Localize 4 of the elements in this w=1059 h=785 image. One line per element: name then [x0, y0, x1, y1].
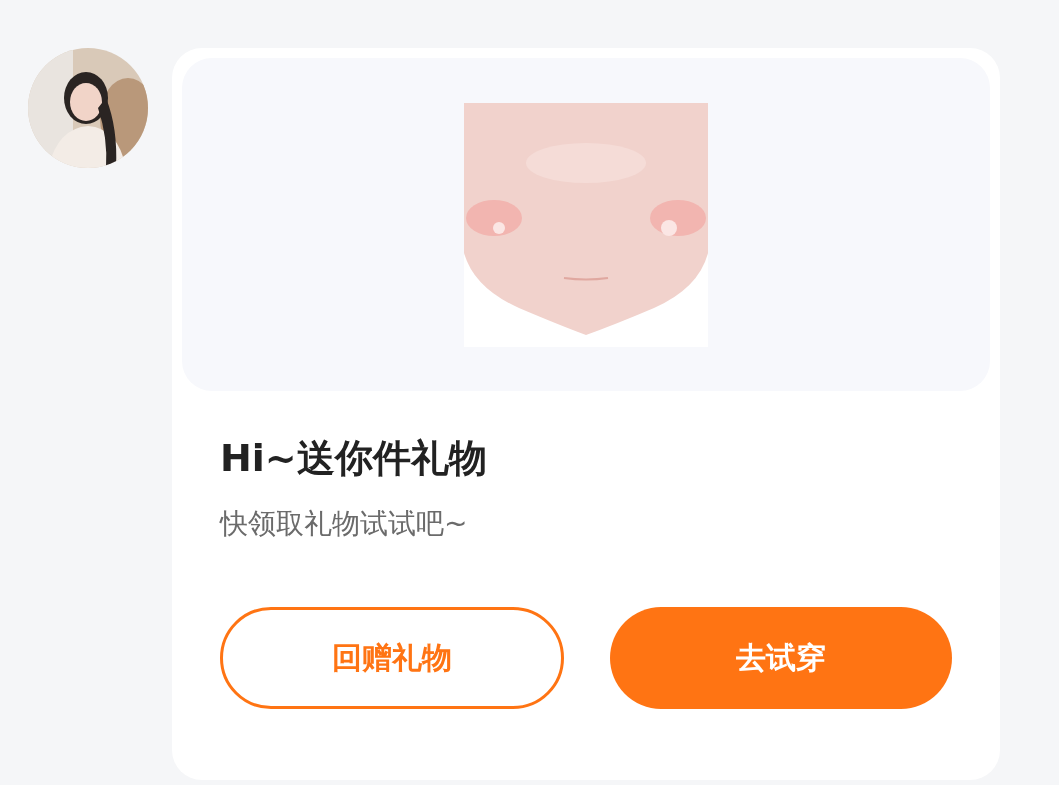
message-subtitle: 快领取礼物试试吧~	[220, 506, 469, 542]
gift-back-button[interactable]: 回赠礼物	[220, 607, 564, 709]
message-title: Hi~送你件礼物	[220, 435, 488, 482]
try-on-button[interactable]: 去试穿	[610, 607, 952, 709]
